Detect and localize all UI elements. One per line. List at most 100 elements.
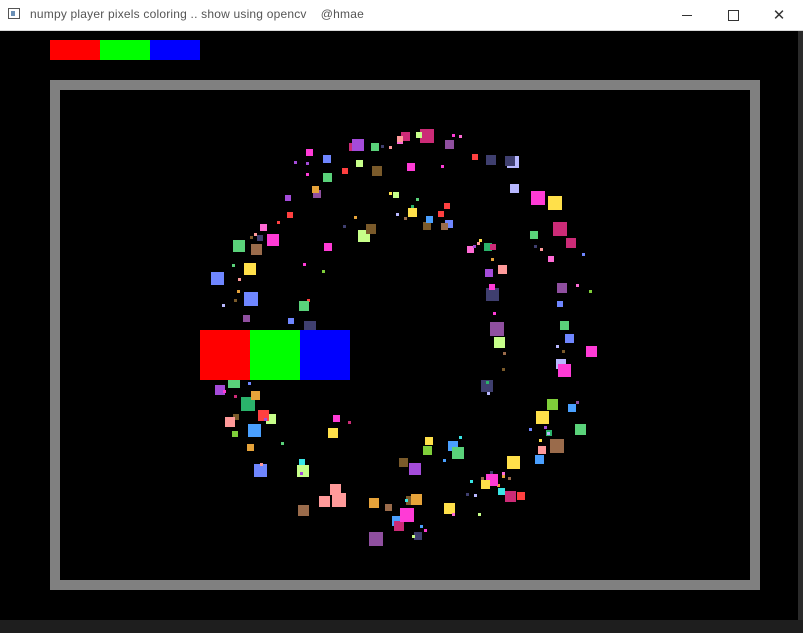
particle-pixel [414, 532, 422, 540]
particle-pixel [223, 390, 226, 393]
particle-pixel [356, 160, 363, 167]
window-right-edge [798, 31, 803, 620]
maximize-icon[interactable] [710, 0, 756, 30]
particle-pixel [257, 235, 263, 241]
particle-pixel [502, 368, 505, 371]
particle-pixel [225, 417, 235, 427]
particle-pixel [389, 146, 392, 149]
particle-pixel [530, 231, 538, 239]
background-desktop-strip [0, 620, 803, 633]
particle-pixel [397, 136, 403, 142]
particle-pixel [354, 216, 357, 219]
particle-pixel [306, 173, 309, 176]
particle-pixel [342, 168, 348, 174]
particle-pixel [565, 334, 574, 343]
particle-pixel [535, 455, 544, 464]
particle-pixel [494, 337, 505, 348]
particle-pixel [491, 258, 494, 261]
particle-pixel [285, 195, 291, 201]
particle-pixel [576, 284, 579, 287]
particle-pixel [319, 496, 330, 507]
particle-pixel [443, 459, 446, 462]
particle-pixel [324, 243, 332, 251]
particle-pixel [452, 447, 464, 459]
particle-pixel [536, 411, 549, 424]
particle-pixel [557, 301, 563, 307]
particle-pixel [288, 318, 294, 324]
particle-pixel [400, 508, 414, 522]
particle-pixel [405, 499, 408, 502]
particle-pixel [539, 439, 542, 442]
particle-pixel [531, 191, 545, 205]
particle-pixel [582, 253, 585, 256]
particle-pixel [486, 381, 489, 384]
particle-pixel [445, 140, 454, 149]
particle-pixel [416, 198, 419, 201]
particle-pixel [425, 437, 433, 445]
particle-pixel [426, 216, 433, 223]
particle-pixel [505, 156, 515, 166]
particle-pixel [260, 463, 263, 466]
particle-pixel [420, 525, 423, 528]
particle-pixel [251, 391, 260, 400]
particle-pixel [452, 134, 455, 137]
particle-pixel [408, 208, 417, 217]
particle-pixel [399, 458, 408, 467]
particle-pixel [548, 196, 562, 210]
particle-pixel [297, 465, 309, 477]
particle-pixel [352, 139, 364, 151]
particle-pixel [232, 264, 235, 267]
particle-pixel [238, 278, 241, 281]
particle-pixel [371, 143, 379, 151]
particle-pixel [441, 165, 444, 168]
minimize-icon[interactable] [664, 0, 710, 30]
particle-pixel [394, 521, 404, 531]
particle-pixel [487, 392, 490, 395]
particle-pixel [490, 322, 504, 336]
particle-pixel [303, 263, 306, 266]
particle-pixel [474, 494, 477, 497]
app-window-icon [8, 8, 20, 19]
particle-pixel [473, 245, 476, 248]
particle-pixel [510, 184, 519, 193]
particle-pixel [490, 244, 496, 250]
particle-pixel [244, 263, 256, 275]
particle-pixel [312, 186, 319, 193]
particle-pixel [287, 212, 293, 218]
particle-pixel [538, 446, 546, 454]
particle-pixel [508, 477, 511, 480]
player-pixel-red [200, 330, 250, 380]
particle-pixel [393, 192, 399, 198]
particle-pixel [420, 129, 434, 143]
particle-pixel [322, 270, 325, 273]
particle-pixel [562, 350, 565, 353]
particle-pixel [529, 428, 532, 431]
palette-swatch-red [50, 40, 100, 60]
particle-pixel [233, 240, 245, 252]
particle-pixel [441, 223, 448, 230]
particle-pixel [459, 436, 462, 439]
particle-pixel [244, 292, 258, 306]
particle-pixel [211, 272, 224, 285]
particle-pixel [369, 532, 383, 546]
particle-pixel [493, 312, 496, 315]
particle-pixel [498, 488, 505, 495]
particle-pixel [444, 203, 450, 209]
particle-pixel [558, 364, 571, 377]
particle-pixel [251, 244, 262, 255]
particle-pixel [277, 221, 280, 224]
particle-pixel [576, 401, 579, 404]
particle-pixel [566, 238, 576, 248]
particle-pixel [489, 284, 495, 290]
particle-pixel [366, 224, 376, 234]
particle-pixel [237, 290, 240, 293]
particle-pixel [486, 155, 496, 165]
particle-pixel [547, 432, 550, 435]
particle-pixel [306, 162, 309, 165]
palette-swatch-green [100, 40, 150, 60]
particle-pixel [348, 421, 351, 424]
particle-pixel [503, 352, 506, 355]
close-icon[interactable]: ✕ [756, 0, 802, 30]
particle-pixel [267, 234, 279, 246]
particle-pixel [260, 224, 267, 231]
